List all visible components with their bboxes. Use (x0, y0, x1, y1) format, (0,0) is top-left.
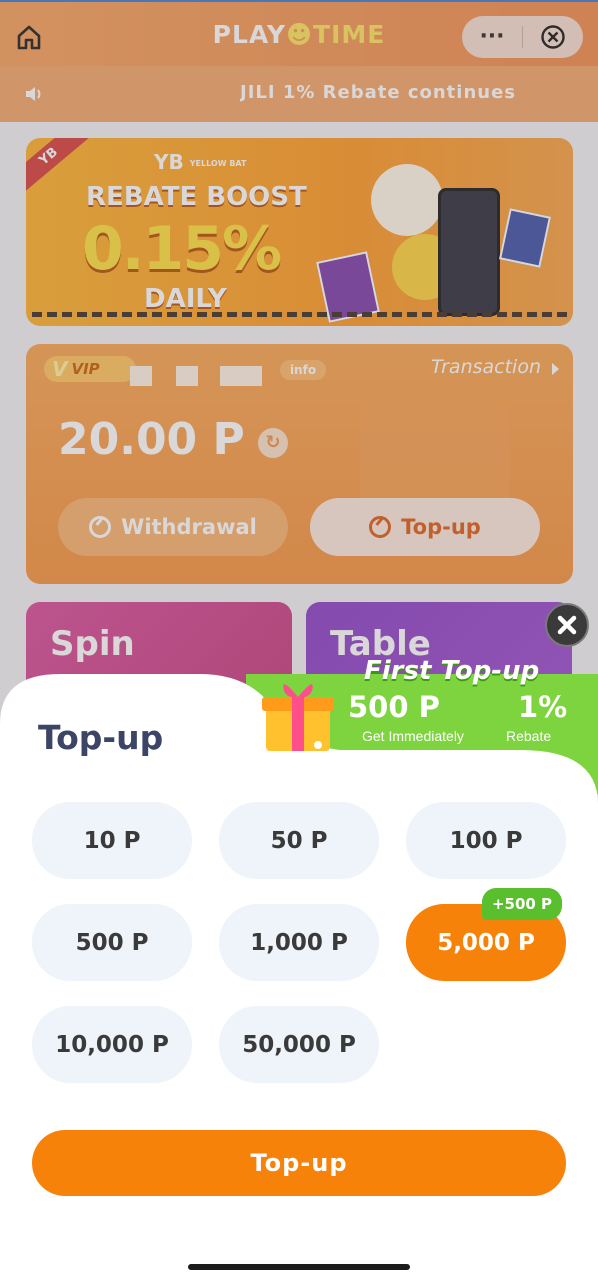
vip-badge[interactable]: V VIP (44, 356, 136, 382)
vip-label: VIP (71, 360, 100, 378)
vip-v-icon: V (52, 357, 68, 381)
first-topup-title: First Top-up (364, 656, 540, 686)
amount-option[interactable]: 10 P (32, 802, 192, 879)
brand-right: TIME (313, 20, 386, 49)
close-icon (557, 615, 577, 635)
game-card-illustration (499, 208, 551, 268)
banner-logo-sub: YELLOW BAT (189, 159, 247, 168)
banner-logo: YB YELLOW BAT (154, 150, 246, 174)
phone-illustration (438, 188, 500, 316)
topup-sheet: First Top-up 500 P Get Immediately 1% Re… (0, 656, 598, 1280)
home-indicator (188, 1264, 410, 1270)
banner-headline: REBATE BOOST (86, 182, 307, 212)
wallet-topup-button[interactable]: Top-up (310, 498, 540, 556)
withdrawal-label: Withdrawal (121, 515, 257, 539)
vip-progress-segment (176, 366, 198, 386)
vip-progress-segment (130, 366, 152, 386)
close-sheet-button[interactable] (545, 603, 589, 647)
amount-option[interactable]: 50,000 P (219, 1006, 379, 1083)
topup-icon (369, 516, 392, 538)
banner-logo-text: YB (154, 150, 184, 174)
close-circle-icon (541, 25, 565, 49)
withdraw-icon (89, 516, 112, 538)
close-app-button[interactable] (523, 24, 583, 50)
gift-icon (258, 675, 340, 753)
withdrawal-button[interactable]: Withdrawal (58, 498, 288, 556)
info-button[interactable]: info (280, 360, 326, 380)
first-topup-amount-sub: Get Immediately (362, 728, 464, 744)
banner-corner-tag: YB (26, 138, 91, 195)
banner-daily: DAILY (144, 284, 227, 314)
transaction-link[interactable]: Transaction (430, 356, 559, 378)
vip-progress-segment (220, 366, 262, 386)
wallet-topup-label: Top-up (401, 515, 481, 539)
balance-amount: 20.00 P (58, 414, 245, 465)
first-topup-rate: 1% (518, 690, 568, 724)
amount-option[interactable]: 1,000 P (219, 904, 379, 981)
transaction-label: Transaction (430, 356, 541, 378)
brand-left: PLAY (212, 20, 286, 49)
amount-option[interactable]: 100 P (406, 802, 566, 879)
announcement-marquee[interactable]: JILI 1% Rebate continues t (0, 66, 598, 122)
spin-label: Spin (50, 624, 135, 664)
wallet-card: V VIP info Transaction 20.00 P ↻ Withdraw… (26, 344, 573, 584)
bonus-badge: +500 P (482, 888, 562, 920)
topup-submit-button[interactable]: Top-up (32, 1130, 566, 1196)
tiger-icon: ☻ (285, 20, 314, 49)
miniapp-capsule: ··· (462, 16, 583, 58)
first-topup-amount: 500 P (348, 690, 440, 724)
speaker-icon (24, 84, 46, 108)
banner-divider (32, 312, 567, 317)
top-bar: PLAY☻TIME ··· (0, 0, 598, 66)
banner-percentage: 0.15% (82, 214, 282, 284)
marquee-text: JILI 1% Rebate continues t (240, 82, 520, 103)
chevron-right-icon (552, 363, 559, 375)
amount-option[interactable]: 50 P (219, 802, 379, 879)
more-button[interactable]: ··· (462, 22, 522, 52)
sheet-title: Top-up (38, 718, 164, 757)
promo-banner[interactable]: YB YB YELLOW BAT REBATE BOOST 0.15% DAILY (26, 138, 573, 326)
first-topup-rate-sub: Rebate (506, 728, 552, 744)
refresh-icon[interactable]: ↻ (258, 428, 288, 458)
amount-option[interactable]: 10,000 P (32, 1006, 192, 1083)
lucky-cat-illustration (371, 164, 443, 236)
amount-option[interactable]: 500 P (32, 904, 192, 981)
